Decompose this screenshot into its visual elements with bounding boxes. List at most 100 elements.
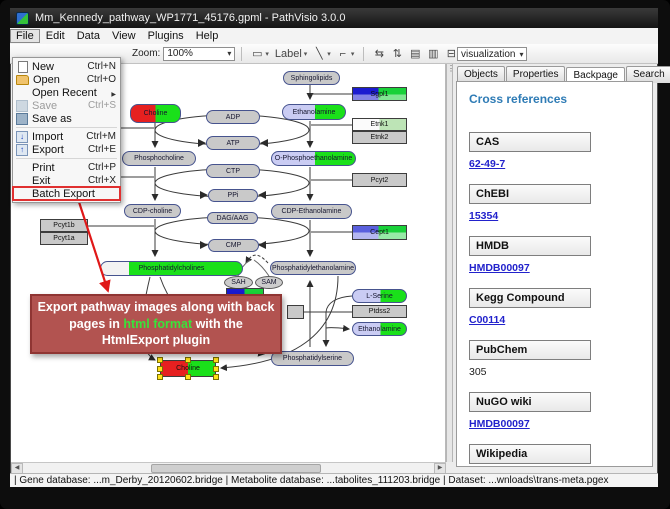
align-vertical-icon[interactable]: ⇅ bbox=[391, 47, 403, 60]
chevron-down-icon bbox=[304, 50, 308, 58]
menu-item-spacer bbox=[16, 87, 28, 98]
chevron-down-icon bbox=[265, 50, 269, 58]
selection-handle[interactable] bbox=[213, 374, 219, 380]
visualization-combobox[interactable]: visualization bbox=[457, 47, 527, 61]
distribute-horizontal-icon[interactable]: ▤ bbox=[409, 47, 421, 60]
menu-item-spacer bbox=[16, 162, 28, 173]
node-ethanolamine-bottom[interactable]: Ethanolamine bbox=[352, 322, 407, 336]
zoom-combobox[interactable]: 100% bbox=[163, 47, 235, 61]
title-bar[interactable]: Mm_Kennedy_pathway_WP1771_45176.gpml - P… bbox=[10, 8, 658, 28]
selection-handle[interactable] bbox=[185, 357, 191, 363]
node-phosphocholine[interactable]: Phosphocholine bbox=[122, 151, 196, 166]
node-sgpl1[interactable]: Sgpl1 bbox=[352, 87, 407, 101]
node-sphingolipids[interactable]: Sphingolipids bbox=[283, 71, 340, 85]
line-tool-dropdown-glyph: ╲ bbox=[313, 47, 325, 60]
label-dropdown[interactable]: Label bbox=[275, 48, 307, 60]
file-menu-item-new[interactable]: NewCtrl+N bbox=[13, 60, 120, 73]
stack-icon[interactable]: ⊟ bbox=[445, 47, 457, 60]
node-ethanolamine-top[interactable]: Ethanolamine bbox=[282, 104, 346, 120]
menu-plugins[interactable]: Plugins bbox=[142, 29, 190, 43]
menu-item-label: Save as bbox=[32, 113, 116, 125]
xref-value: 62-49-7 bbox=[469, 158, 640, 170]
new-icon bbox=[18, 61, 28, 73]
node-atp[interactable]: ATP bbox=[206, 136, 260, 150]
xref-link[interactable]: 15354 bbox=[469, 210, 498, 222]
file-menu-item-print[interactable]: PrintCtrl+P bbox=[13, 161, 120, 174]
selection-handle[interactable] bbox=[185, 374, 191, 380]
file-menu-item-open-recent[interactable]: Open Recent bbox=[13, 86, 120, 99]
node-pcyt1b[interactable]: Pcyt1b bbox=[40, 219, 88, 232]
save-icon bbox=[16, 113, 28, 125]
node-label: Etnk2 bbox=[371, 134, 389, 141]
node-o-phosphoethanolamine[interactable]: O-Phosphoethanolamine bbox=[271, 151, 356, 166]
line-tool-dropdown[interactable]: ╲ bbox=[313, 47, 331, 60]
selection-handle[interactable] bbox=[213, 357, 219, 363]
chevron-down-icon bbox=[327, 50, 331, 58]
selection-handle[interactable] bbox=[213, 366, 219, 372]
menu-help[interactable]: Help bbox=[190, 29, 225, 43]
node-phosphatidylserine[interactable]: Phosphatidylserine bbox=[271, 351, 354, 366]
file-menu-item-export[interactable]: ExportCtrl+E bbox=[13, 143, 120, 156]
menu-item-label: New bbox=[32, 61, 87, 73]
node-ptdss2[interactable]: Ptdss2 bbox=[352, 305, 407, 318]
node-ctp[interactable]: CTP bbox=[206, 164, 260, 178]
node-cmp[interactable]: CMP bbox=[208, 239, 259, 252]
node-pcyt1a[interactable]: Pcyt1a bbox=[40, 232, 88, 245]
node-ppi[interactable]: PPi bbox=[208, 189, 258, 202]
menu-edit[interactable]: Edit bbox=[40, 29, 71, 43]
menu-item-label: Save bbox=[32, 100, 88, 112]
selection-handle[interactable] bbox=[157, 357, 163, 363]
node-l-serine[interactable]: L-Serine bbox=[352, 289, 407, 303]
menu-data[interactable]: Data bbox=[71, 29, 106, 43]
node-dag-aag[interactable]: DAG/AAG bbox=[207, 212, 258, 224]
file-menu-item-import[interactable]: ImportCtrl+M bbox=[13, 130, 120, 143]
node-label: PPi bbox=[228, 192, 239, 199]
node-choline-top[interactable]: Choline bbox=[130, 104, 181, 123]
node-etnk2[interactable]: Etnk2 bbox=[352, 131, 407, 144]
menu-view[interactable]: View bbox=[106, 29, 142, 43]
node-label: Choline bbox=[144, 110, 168, 117]
menu-item-shortcut: Ctrl+M bbox=[86, 131, 116, 142]
file-menu-item-open[interactable]: OpenCtrl+O bbox=[13, 73, 120, 86]
node-cept1[interactable]: Cept1 bbox=[352, 225, 407, 240]
align-horizontal-icon[interactable]: ⇆ bbox=[373, 47, 385, 60]
xref-link[interactable]: C00114 bbox=[469, 314, 505, 326]
xref-list: CAS62-49-7ChEBI15354HMDBHMDB00097Kegg Co… bbox=[469, 132, 640, 467]
node-hidden-gene[interactable] bbox=[287, 305, 304, 319]
scrollbar-thumb[interactable] bbox=[151, 464, 321, 473]
node-phosphatidylethanolamine[interactable]: Phosphatidylethanolamine bbox=[270, 261, 356, 275]
xref-link[interactable]: HMDB00097 bbox=[469, 262, 530, 274]
connector-tool-dropdown-glyph: ⌐ bbox=[337, 48, 349, 60]
connector-tool-dropdown[interactable]: ⌐ bbox=[337, 48, 355, 60]
xref-link[interactable]: HMDB00097 bbox=[469, 418, 530, 430]
xref-header-chebi: ChEBI bbox=[469, 184, 640, 210]
file-menu-item-batch-export[interactable]: Batch Export bbox=[13, 187, 120, 200]
node-etnk1[interactable]: Etnk1 bbox=[352, 118, 407, 131]
node-label: Etnk1 bbox=[371, 121, 389, 128]
node-label: Phosphatidylethanolamine bbox=[272, 265, 354, 272]
file-menu-item-save[interactable]: SaveCtrl+S bbox=[13, 99, 120, 112]
datanode-dropdown[interactable]: ▭ bbox=[251, 47, 269, 60]
xref-value: 15354 bbox=[469, 210, 640, 222]
node-cdp-choline[interactable]: CDP-choline bbox=[124, 204, 181, 218]
menu-file[interactable]: File bbox=[10, 29, 40, 43]
distribute-vertical-icon[interactable]: ▥ bbox=[427, 47, 439, 60]
distribute-horizontal-icon-glyph: ▤ bbox=[409, 47, 421, 60]
open-icon bbox=[16, 75, 29, 85]
selection-handle[interactable] bbox=[157, 366, 163, 372]
backpage-content[interactable]: Cross references CAS62-49-7ChEBI15354HMD… bbox=[456, 81, 653, 467]
xref-header-box: NuGO wiki bbox=[469, 392, 591, 412]
toolbar-separator bbox=[241, 47, 242, 61]
file-menu-item-exit[interactable]: ExitCtrl+X bbox=[13, 174, 120, 187]
file-menu-item-save-as[interactable]: Save as bbox=[13, 112, 120, 125]
node-pcyt2[interactable]: Pcyt2 bbox=[352, 173, 407, 187]
menu-separator bbox=[16, 127, 117, 128]
selection-handle[interactable] bbox=[157, 374, 163, 380]
panel-splitter[interactable] bbox=[446, 64, 453, 462]
node-label: Cept1 bbox=[370, 229, 389, 236]
node-phosphatidylcholines[interactable]: Phosphatidylcholines bbox=[100, 261, 243, 276]
node-cdp-ethanolamine[interactable]: CDP-Ethanolamine bbox=[271, 204, 352, 219]
xref-link[interactable]: 62-49-7 bbox=[469, 158, 505, 170]
side-panel: ObjectsPropertiesBackpageSearchLegend Cr… bbox=[453, 64, 657, 473]
node-adp[interactable]: ADP bbox=[206, 110, 260, 124]
